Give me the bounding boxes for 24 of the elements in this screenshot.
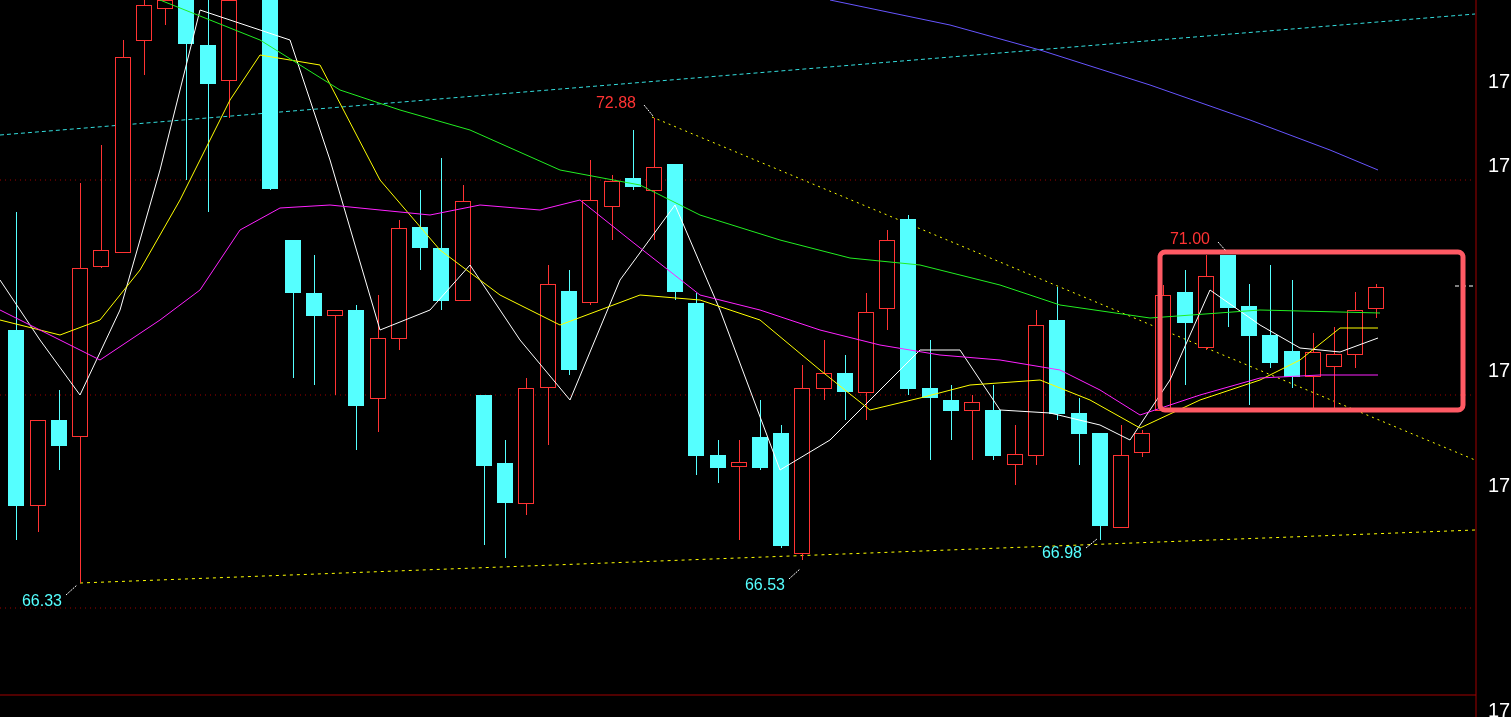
candlestick xyxy=(710,439,726,484)
candlestick xyxy=(1071,397,1087,466)
price-marker-line xyxy=(1454,285,1476,287)
candlestick xyxy=(943,384,959,441)
candlestick xyxy=(604,174,620,241)
candlestick xyxy=(816,339,832,401)
price-label: 66.53 xyxy=(745,576,785,593)
candlestick xyxy=(752,399,768,471)
price-label: 72.88 xyxy=(596,94,636,111)
candlestick xyxy=(1368,283,1384,319)
price-label: 71.00 xyxy=(1170,230,1210,247)
candlestick xyxy=(837,354,853,421)
candlestick xyxy=(964,394,980,461)
axis-label: 17 xyxy=(1488,70,1511,92)
price-label: 66.98 xyxy=(1042,544,1082,561)
axis-label: 17 xyxy=(1488,154,1511,176)
candlestick xyxy=(625,129,641,191)
candlestick xyxy=(1134,429,1150,458)
axis-label: 17 xyxy=(1488,699,1511,717)
price-label: 66.33 xyxy=(22,592,62,609)
axis-label: 17 xyxy=(1488,359,1511,381)
candlestick xyxy=(1007,424,1023,486)
candlestick xyxy=(157,0,173,26)
axis-label: 17 xyxy=(1488,474,1511,496)
